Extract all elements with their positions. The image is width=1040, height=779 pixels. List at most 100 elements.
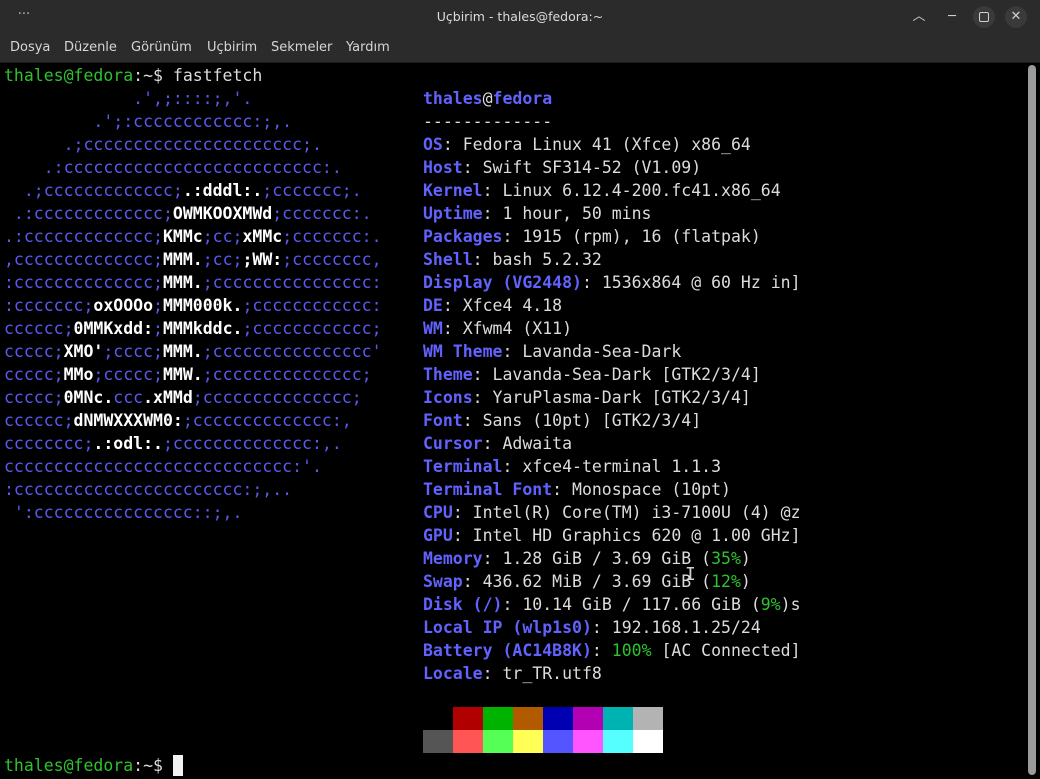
info-key: WM Theme [423,342,503,361]
logo-segment: ; [153,296,163,315]
menu-bar: Dosya Düzenle Görünüm Uçbirim Sekmeler Y… [0,33,1040,63]
info-row: Host: Swift SF314-52 (V1.09) [423,156,701,179]
scrollbar-thumb[interactable] [1028,65,1036,775]
info-key: Cursor [423,434,483,453]
logo-segment: MMo [63,365,94,384]
prompt-line: thales@fedora:~$ [4,754,173,777]
logo-segment: cccccc; [4,411,74,430]
info-key: Locale [423,664,483,683]
info-value: : Fedora Linux 41 (Xfce) x86_64 [442,135,751,154]
info-key: GPU [423,526,453,545]
menu-edit[interactable]: Düzenle [64,33,117,62]
logo-segment: ccccc; [4,342,64,361]
logo-segment: ;cc; [202,250,243,269]
chevron-up-icon: ︿ [912,9,926,24]
logo-segment: .:odl:. [93,434,163,453]
maximize-button[interactable] [973,6,995,28]
info-value: : bash 5.2.32 [472,250,602,269]
logo-segment: :cccccccccccccc; [4,273,163,292]
menu-help[interactable]: Yardım [346,33,390,62]
info-value: : Xfce4 4.18 [442,296,563,315]
logo-segment: :ccccccccccccccccccccccc:;,.. [4,480,293,499]
logo-line: ':cccccccccccccccc::;,. [4,501,243,524]
logo-segment: ;cccccccccccccc:,. [162,434,342,453]
logo-segment: ;cccccccccccccccc' [202,342,382,361]
info-value: : 1 hour, 50 mins [482,204,652,223]
info-row: CPU: Intel(R) Core(TM) i3-7100U (4) @z [423,501,801,524]
logo-line: .:ccccccccccccc;OWMKOOXMWd;ccccccc:. [4,202,372,225]
color-swatch [513,707,543,730]
info-percent: 35% [711,549,741,568]
color-swatch [573,707,603,730]
info-key: Terminal [423,457,503,476]
close-button[interactable]: ✕ [1005,6,1027,28]
window-menu-button[interactable]: ··· [10,6,38,26]
info-row: Terminal: xfce4-terminal 1.1.3 [423,455,721,478]
terminal-window: ··· Uçbirim - thales@fedora:~ ︿ ─ ✕ Dosy… [0,0,1040,779]
maximize-icon [979,12,989,22]
logo-segment: ,cccccccccccccc; [4,250,163,269]
logo-segment: MMM. [162,250,203,269]
info-percent: 12% [711,572,741,591]
logo-line: ccccccccccccccccccccccccccccc:'. [4,455,322,478]
info-value: : Lavanda-Sea-Dark [502,342,682,361]
logo-segment: ccccc; [4,365,64,384]
menu-terminal[interactable]: Uçbirim [207,33,257,62]
logo-segment: .xMMd [143,388,193,407]
info-key: OS [423,135,443,154]
info-user: thales [423,89,483,108]
logo-segment: ;ccccccccccccccc; [192,388,362,407]
info-key: Disk (/) [423,595,503,614]
info-key: DE [423,296,443,315]
prompt-suffix-2: :~$ [133,756,173,775]
prompt-suffix: :~$ [133,66,173,85]
logo-line: ccccc;0MNc.ccc.xMMd;ccccccccccccccc; [4,386,362,409]
menu-tabs[interactable]: Sekmeler [271,33,332,62]
logo-segment: KMMc [162,227,203,246]
logo-segment: .;cccccccccccccccccccccc;. [4,135,322,154]
minimize-button[interactable]: ─ [941,6,963,28]
info-value: : Xfwm4 (X11) [442,319,573,338]
info-row: Swap: 436.62 MiB / 3.69 GiB (12%) [423,570,751,593]
menu-file[interactable]: Dosya [10,33,50,62]
info-value: : Linux 6.12.4-200.fc41.x86_64 [482,181,781,200]
text-cursor [173,755,183,776]
logo-line: ,cccccccccccccc;MMM.;cc;;WW:;cccccccc, [4,248,382,271]
title-bar[interactable]: ··· Uçbirim - thales@fedora:~ ︿ ─ ✕ [0,0,1040,33]
info-value: : Monospace (10pt) [552,480,731,499]
info-tail: [AC Connected] [651,641,801,660]
info-key: Uptime [423,204,483,223]
info-key: Icons [423,388,473,407]
logo-line: .:ccccccccccccc;KMMc;cc;xMMc;ccccccc:. [4,225,382,248]
info-key: CPU [423,503,453,522]
info-row: Shell: bash 5.2.32 [423,248,602,271]
logo-segment: oxOOOo [93,296,154,315]
logo-segment: MMMkddc. [162,319,243,338]
logo-segment: ;cccc; [103,342,163,361]
logo-line: .;ccccccccccccc;.:dddl:.;ccccccc;. [4,179,362,202]
logo-line: cccccccc;.:odl:.;cccccccccccccc:,. [4,432,342,455]
color-swatch [423,707,453,730]
logo-line: :cccccccccccccc;MMM.;cccccccccccccccc: [4,271,382,294]
info-row: Terminal Font: Monospace (10pt) [423,478,731,501]
vertical-scrollbar[interactable] [1024,63,1040,779]
info-key: Terminal Font [423,480,553,499]
info-tail: ) [740,572,751,591]
info-key: Font [423,411,463,430]
logo-segment: ;ccccccccccccccc; [202,365,372,384]
menu-view[interactable]: Görünüm [131,33,192,62]
keep-above-button[interactable]: ︿ [908,6,930,28]
info-row: Kernel: Linux 6.12.4-200.fc41.x86_64 [423,179,781,202]
logo-segment: cccccc; [4,319,74,338]
terminal-output[interactable]: thales@fedora:~$ fastfetch thales@fedora… [0,63,1024,779]
logo-segment: ;ccccccc;. [262,181,362,200]
logo-segment: xMMc [242,227,283,246]
color-swatch [453,730,483,753]
info-value: : Sans (10pt) [GTK2/3/4] [462,411,702,430]
logo-segment: OWMKOOXMWd [172,204,273,223]
logo-segment: dNMWXXXWM0: [73,411,183,430]
info-key: Host [423,158,463,177]
info-value: : 1536x864 @ 60 Hz in] [581,273,801,292]
info-value: : Adwaita [482,434,573,453]
info-row: Packages: 1915 (rpm), 16 (flatpak) [423,225,761,248]
